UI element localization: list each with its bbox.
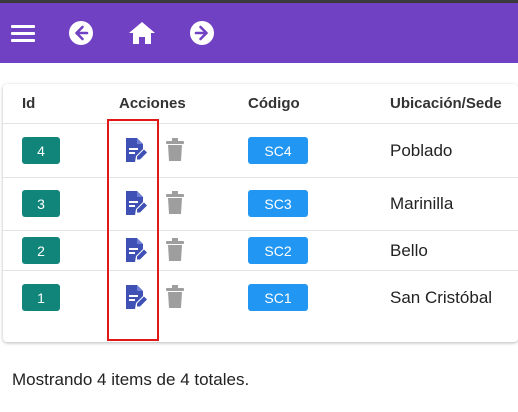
edit-document-icon[interactable] xyxy=(124,137,148,163)
column-header-actions: Acciones xyxy=(119,95,186,112)
location-cell: Marinilla xyxy=(390,194,454,213)
trash-icon[interactable] xyxy=(165,285,185,309)
home-button[interactable] xyxy=(126,3,158,63)
row-divider xyxy=(3,230,518,231)
forward-button[interactable] xyxy=(187,3,217,63)
trash-icon[interactable] xyxy=(165,138,185,162)
edit-document-icon[interactable] xyxy=(124,284,148,310)
column-header-location: Ubicación/Sede xyxy=(390,95,502,112)
code-badge: SC4 xyxy=(248,137,308,164)
id-badge: 4 xyxy=(22,137,60,164)
code-badge: SC2 xyxy=(248,237,308,264)
trash-icon[interactable] xyxy=(165,238,185,262)
code-badge: SC1 xyxy=(248,284,308,311)
arrow-left-circle-icon xyxy=(69,21,93,45)
row-divider xyxy=(3,177,518,178)
id-badge: 2 xyxy=(22,237,60,264)
trash-icon[interactable] xyxy=(165,191,185,215)
column-header-id: Id xyxy=(22,95,36,112)
code-badge: SC3 xyxy=(248,190,308,217)
hamburger-icon xyxy=(11,25,35,42)
arrow-right-circle-icon xyxy=(190,21,214,45)
id-badge: 1 xyxy=(22,284,60,311)
pagination-summary: Mostrando 4 items de 4 totales. xyxy=(12,370,250,389)
home-icon xyxy=(129,22,155,44)
edit-document-icon[interactable] xyxy=(124,237,148,263)
location-cell: San Cristóbal xyxy=(390,288,493,307)
id-badge: 3 xyxy=(22,190,60,217)
row-divider xyxy=(3,123,518,124)
location-cell: Bello xyxy=(390,241,428,260)
menu-button[interactable] xyxy=(8,3,38,63)
location-cell: Poblado xyxy=(390,141,453,160)
edit-document-icon[interactable] xyxy=(124,190,148,216)
app-bar xyxy=(0,0,518,63)
column-header-code: Código xyxy=(248,95,300,112)
row-divider xyxy=(3,270,518,271)
back-button[interactable] xyxy=(66,3,96,63)
